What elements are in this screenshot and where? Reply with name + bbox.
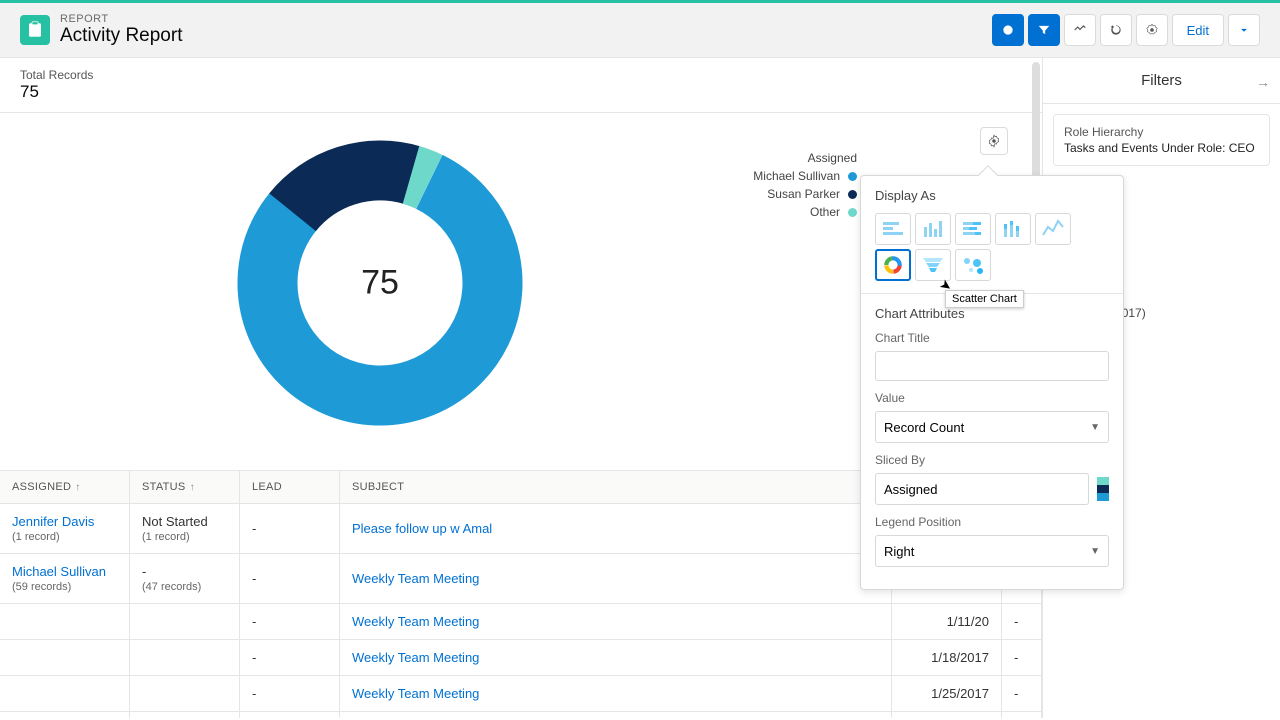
- cell-lead: -: [240, 676, 340, 711]
- cell-extra: -: [1002, 640, 1042, 675]
- cell-lead: -: [240, 640, 340, 675]
- cell-status: [130, 676, 240, 711]
- cell-subject[interactable]: Weekly Team Meeting: [340, 604, 892, 639]
- legend-position-label: Legend Position: [875, 515, 1109, 529]
- chart-type-funnel[interactable]: [915, 249, 951, 281]
- cell-subject[interactable]: Please follow up w Amal: [340, 504, 892, 553]
- cell-subject[interactable]: Weekly Team Meeting: [340, 640, 892, 675]
- chart-type-stacked-vertical[interactable]: [995, 213, 1031, 245]
- cell-assigned[interactable]: Jennifer Davis(1 record): [0, 504, 130, 553]
- legend-title: Assigned: [753, 151, 857, 165]
- table-row: -Weekly Team Meeting1/11/20-: [0, 604, 1042, 640]
- chart-type-scatter[interactable]: [955, 249, 991, 281]
- cell-subject[interactable]: Weekly Team Meeting: [340, 554, 892, 603]
- column-assigned[interactable]: ASSIGNED↑: [0, 471, 130, 503]
- cell-lead: -: [240, 554, 340, 603]
- table-row: -Closing conference regarding contract r…: [0, 712, 1042, 718]
- more-actions-button[interactable]: [1228, 14, 1260, 46]
- page-title: Activity Report: [60, 25, 992, 47]
- chart-type-bar-vertical[interactable]: [915, 213, 951, 245]
- cell-lead: -: [240, 504, 340, 553]
- column-lead[interactable]: LEAD: [240, 471, 340, 503]
- sort-up-icon: ↑: [75, 482, 80, 493]
- chart-legend: Assigned Michael Sullivan Susan Parker O…: [753, 151, 857, 223]
- cell-assigned: [0, 640, 130, 675]
- legend-item: Michael Sullivan: [753, 169, 857, 183]
- total-records-label: Total Records: [20, 68, 1022, 82]
- chart-type-stacked-horizontal[interactable]: [955, 213, 991, 245]
- chart-attributes-label: Chart Attributes: [875, 306, 1109, 321]
- refresh-button[interactable]: [1100, 14, 1132, 46]
- tooltip-scatter-chart: Scatter Chart: [945, 290, 1024, 308]
- column-subject[interactable]: SUBJECT: [340, 471, 892, 503]
- sliced-by-label: Sliced By: [875, 453, 1109, 467]
- cell-subject[interactable]: Closing conference regarding contract re…: [340, 712, 892, 718]
- cell-assigned[interactable]: Michael Sullivan(59 records): [0, 554, 130, 603]
- cell-status: [130, 604, 240, 639]
- main-scrollbar-thumb[interactable]: [1032, 62, 1040, 182]
- filters-header[interactable]: Filters →: [1043, 58, 1280, 104]
- table-row: -Weekly Team Meeting1/18/2017-: [0, 640, 1042, 676]
- cell-lead: -: [240, 604, 340, 639]
- metrics-button[interactable]: [1064, 14, 1096, 46]
- chart-settings-panel: Display As Chart Attributes Chart Title …: [860, 175, 1124, 590]
- breadcrumb: REPORT: [60, 13, 992, 25]
- page-header: REPORT Activity Report Edit: [0, 3, 1280, 58]
- column-status[interactable]: STATUS↑: [130, 471, 240, 503]
- cell-date: 1/18/2017: [892, 640, 1002, 675]
- chart-type-donut[interactable]: [875, 249, 911, 281]
- expand-icon: →: [1256, 74, 1270, 90]
- cell-extra: -: [1002, 676, 1042, 711]
- chart-type-line[interactable]: [1035, 213, 1071, 245]
- sort-up-icon: ↑: [190, 482, 195, 493]
- report-icon: [20, 15, 50, 45]
- edit-button[interactable]: Edit: [1172, 14, 1224, 46]
- cell-assigned: [0, 676, 130, 711]
- legend-position-select[interactable]: Right▼: [875, 535, 1109, 567]
- cell-date: 1/11/20: [892, 604, 1002, 639]
- total-records-value: 75: [20, 82, 1022, 102]
- cell-status: -(47 records): [130, 554, 240, 603]
- table-row: -Weekly Team Meeting1/25/2017-: [0, 676, 1042, 712]
- legend-item: Other: [753, 205, 857, 219]
- cell-extra: -: [1002, 712, 1042, 718]
- chart-settings-button[interactable]: [980, 127, 1008, 155]
- value-label: Value: [875, 391, 1109, 405]
- chart-title-label: Chart Title: [875, 331, 1109, 345]
- filter-button[interactable]: [1028, 14, 1060, 46]
- chevron-down-icon: ▼: [1090, 546, 1100, 557]
- cell-status: Not Started(1 record): [130, 504, 240, 553]
- cell-status: [130, 640, 240, 675]
- chart-title-input[interactable]: [875, 351, 1109, 381]
- cell-lead: -: [240, 712, 340, 718]
- donut-center-value: 75: [361, 264, 399, 303]
- cell-date: 1/25/2017: [892, 676, 1002, 711]
- cell-assigned: [0, 604, 130, 639]
- chart-type-bar-horizontal[interactable]: [875, 213, 911, 245]
- donut-chart: 75: [230, 133, 530, 433]
- filter-role-hierarchy[interactable]: Role Hierarchy Tasks and Events Under Ro…: [1053, 114, 1270, 166]
- cell-status: [130, 712, 240, 718]
- cell-subject[interactable]: Weekly Team Meeting: [340, 676, 892, 711]
- chart-toggle-button[interactable]: [992, 14, 1024, 46]
- summary-bar: Total Records 75: [0, 58, 1042, 113]
- display-as-label: Display As: [875, 188, 1109, 203]
- legend-item: Susan Parker: [753, 187, 857, 201]
- cell-date: 1/30/2017: [892, 712, 1002, 718]
- settings-button[interactable]: [1136, 14, 1168, 46]
- value-select[interactable]: Record Count▼: [875, 411, 1109, 443]
- chevron-down-icon: ▼: [1090, 422, 1100, 433]
- cell-extra: -: [1002, 604, 1042, 639]
- sliced-by-select[interactable]: Assigned: [875, 473, 1089, 505]
- cell-assigned: [0, 712, 130, 718]
- sliced-by-preview-icon: [1097, 477, 1109, 501]
